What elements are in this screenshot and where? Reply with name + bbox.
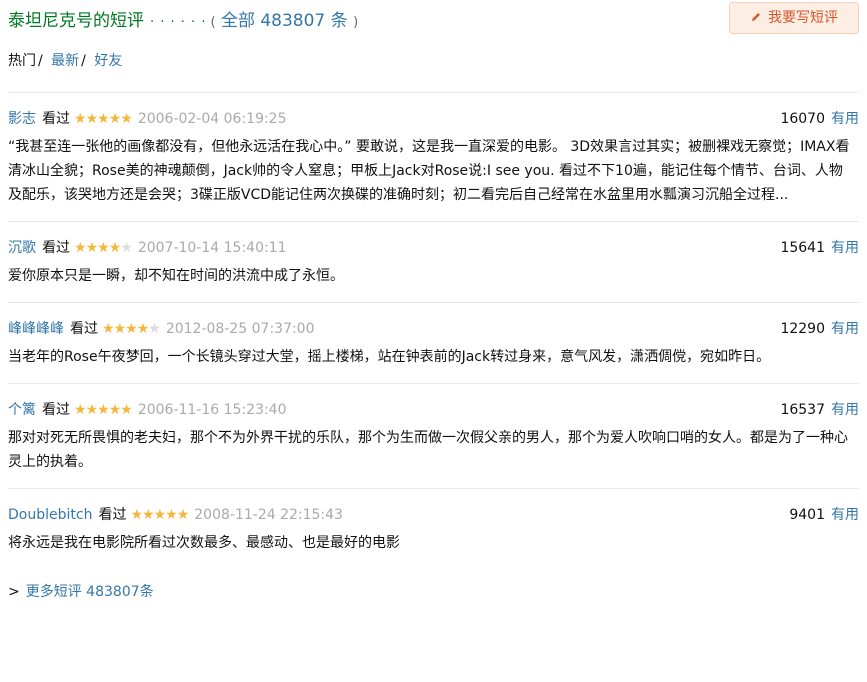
star-icon: ★ — [85, 402, 99, 418]
vote-count: 16537 — [780, 402, 825, 418]
comment-time: 2006-11-16 15:23:40 — [137, 402, 287, 418]
watch-status: 看过 — [70, 321, 98, 337]
star-icon: ★ — [148, 321, 161, 337]
comment-user-link[interactable]: Doublebitch — [8, 507, 92, 523]
comment-text: 爱你原本只是一瞬，却不知在时间的洪流中成了永恒。 — [8, 268, 344, 284]
more-arrow: > — [8, 584, 20, 600]
comment-item: 峰峰峰峰 看过 ★★★★★ 2012-08-25 07:37:00 12290 有用 当老年… — [8, 303, 859, 384]
title-dots: · · · · · · — [150, 15, 207, 30]
comment-list: 影志 看过 ★★★★★ 2006-02-04 06:19:25 16070 有用 “我甚至连… — [8, 93, 859, 569]
comment-info: 影志 看过 ★★★★★ 2006-02-04 06:19:25 16070 有用 — [8, 109, 859, 129]
tab-separator: / — [81, 53, 86, 69]
more-comments: > 更多短评 483807条 — [8, 581, 859, 601]
star-icon: ★ — [125, 321, 138, 337]
star-icon: ★ — [136, 321, 150, 337]
star-icon: ★ — [120, 402, 133, 418]
section-title: 泰坦尼克号的短评 · · · · · ·( 全部 483807 条 ) — [8, 6, 358, 31]
comment-votes: 16070 有用 — [780, 109, 859, 129]
rating-stars: ★★★★★ — [74, 238, 133, 258]
tab-hot[interactable]: 热门 — [8, 53, 36, 69]
useful-button[interactable]: 有用 — [831, 111, 859, 127]
star-icon: ★ — [120, 240, 133, 256]
vote-count: 12290 — [780, 321, 825, 337]
comment-info: Doublebitch 看过 ★★★★★ 2008-11-24 22:15:43 940… — [8, 505, 859, 525]
tab-separator: / — [38, 53, 43, 69]
paren-open: ( — [210, 15, 216, 30]
more-comments-link[interactable]: 更多短评 483807条 — [26, 584, 154, 600]
tab-friends[interactable]: 好友 — [94, 53, 122, 69]
rating-stars: ★★★★★ — [74, 400, 133, 420]
write-comment-button[interactable]: 我要写短评 — [729, 2, 859, 34]
comment-text: “我甚至连一张他的画像都没有，但他永远活在我心中。” 要敢说，这是我一直深爱的电… — [8, 139, 850, 203]
star-icon: ★ — [108, 240, 122, 256]
comment-time: 2006-02-04 06:19:25 — [137, 111, 287, 127]
comment-user-link[interactable]: 个篱 — [8, 402, 36, 418]
star-icon: ★ — [176, 507, 190, 523]
comment-item: Doublebitch 看过 ★★★★★ 2008-11-24 22:15:43 940… — [8, 489, 859, 569]
star-icon: ★ — [85, 111, 99, 127]
star-icon: ★ — [97, 402, 110, 418]
star-icon: ★ — [165, 507, 178, 523]
comment-info: 峰峰峰峰 看过 ★★★★★ 2012-08-25 07:37:00 12290 有用 — [8, 319, 859, 339]
star-icon: ★ — [74, 402, 87, 418]
star-icon: ★ — [108, 402, 122, 418]
comment-votes: 12290 有用 — [780, 319, 859, 339]
comment-item: 影志 看过 ★★★★★ 2006-02-04 06:19:25 16070 有用 “我甚至连… — [8, 93, 859, 222]
comment-item: 沉歌 看过 ★★★★★ 2007-10-14 15:40:11 15641 有用 爱你原本只… — [8, 222, 859, 303]
star-icon: ★ — [108, 111, 122, 127]
star-icon: ★ — [120, 111, 133, 127]
comment-user-link[interactable]: 峰峰峰峰 — [8, 321, 64, 337]
comment-item: 个篱 看过 ★★★★★ 2006-11-16 15:23:40 16537 有用 那对对死无… — [8, 384, 859, 489]
tab-latest[interactable]: 最新 — [51, 53, 79, 69]
rating-stars: ★★★★★ — [74, 109, 133, 129]
paren-close: ) — [353, 15, 359, 30]
comment-user-link[interactable]: 沉歌 — [8, 240, 36, 256]
star-icon: ★ — [97, 240, 110, 256]
comment-info: 个篱 看过 ★★★★★ 2006-11-16 15:23:40 16537 有用 — [8, 400, 859, 420]
useful-button[interactable]: 有用 — [831, 240, 859, 256]
watch-status: 看过 — [42, 240, 70, 256]
useful-button[interactable]: 有用 — [831, 402, 859, 418]
comment-text: 当老年的Rose午夜梦回，一个长镜头穿过大堂，摇上楼梯，站在钟表前的Jack转过… — [8, 349, 771, 365]
star-icon: ★ — [85, 240, 99, 256]
star-icon: ★ — [113, 321, 127, 337]
section-header: 泰坦尼克号的短评 · · · · · ·( 全部 483807 条 ) 我要写短评 — [8, 0, 859, 40]
star-icon: ★ — [153, 507, 167, 523]
watch-status: 看过 — [42, 402, 70, 418]
rating-stars: ★★★★★ — [102, 319, 161, 339]
watch-status: 看过 — [42, 111, 70, 127]
useful-button[interactable]: 有用 — [831, 507, 859, 523]
star-icon: ★ — [102, 321, 115, 337]
star-icon: ★ — [142, 507, 155, 523]
star-icon: ★ — [97, 111, 110, 127]
rating-stars: ★★★★★ — [130, 505, 190, 525]
comment-user-link[interactable]: 影志 — [8, 111, 36, 127]
comment-votes: 16537 有用 — [780, 400, 859, 420]
comment-info: 沉歌 看过 ★★★★★ 2007-10-14 15:40:11 15641 有用 — [8, 238, 859, 258]
vote-count: 9401 — [789, 507, 825, 523]
vote-count: 16070 — [780, 111, 825, 127]
comment-time: 2008-11-24 22:15:43 — [194, 507, 343, 523]
comment-votes: 9401 有用 — [789, 505, 859, 525]
star-icon: ★ — [74, 111, 87, 127]
comment-time: 2012-08-25 07:37:00 — [165, 321, 315, 337]
sort-tabs: 热门 / 最新 / 好友 — [8, 48, 859, 74]
vote-count: 15641 — [780, 240, 825, 256]
watch-status: 看过 — [98, 507, 127, 523]
star-icon: ★ — [130, 507, 143, 523]
comment-time: 2007-10-14 15:40:11 — [137, 240, 287, 256]
comment-text: 那对对死无所畏惧的老夫妇，那个不为外界干扰的乐队，那个为生而做一次假父亲的男人，… — [8, 430, 848, 470]
comment-text: 将永远是我在电影院所看过次数最多、最感动、也是最好的电影 — [8, 535, 400, 551]
movie-title: 泰坦尼克号的短评 — [8, 11, 144, 31]
all-comments-link[interactable]: 全部 483807 条 — [221, 11, 348, 31]
write-comment-label: 我要写短评 — [768, 10, 838, 26]
star-icon: ★ — [74, 240, 87, 256]
pencil-icon — [750, 4, 762, 34]
useful-button[interactable]: 有用 — [831, 321, 859, 337]
comment-votes: 15641 有用 — [780, 238, 859, 258]
comments-section: 泰坦尼克号的短评 · · · · · ·( 全部 483807 条 ) 我要写短评… — [8, 0, 859, 601]
